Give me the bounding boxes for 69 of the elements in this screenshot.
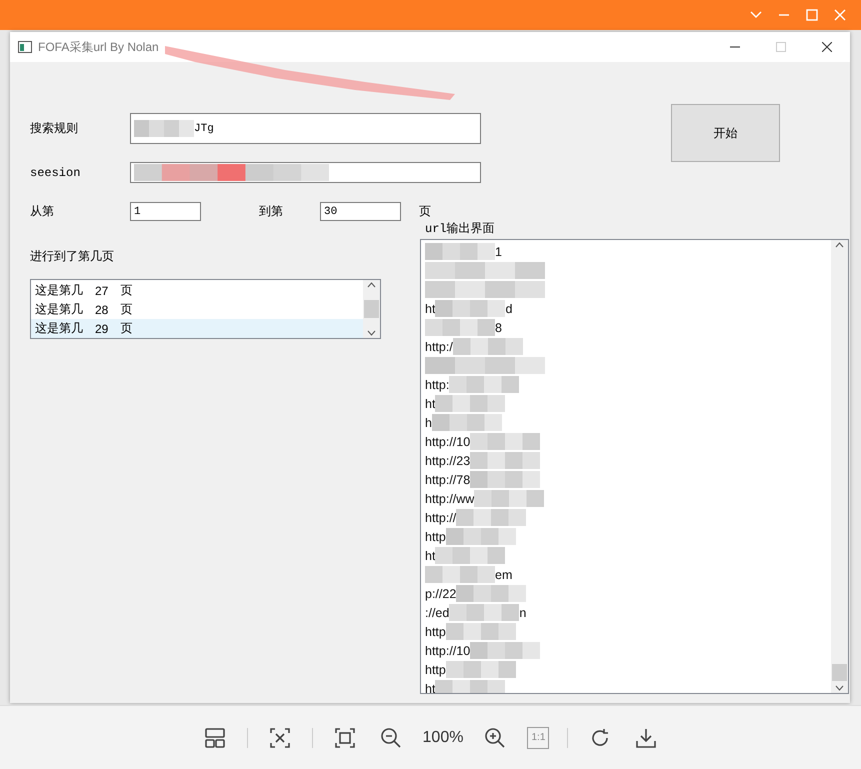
redaction-mosaic <box>435 547 506 564</box>
url-text: http://10 <box>425 644 470 658</box>
field-label: 页 <box>419 203 432 220</box>
url-text: http://ww <box>425 492 474 506</box>
redaction-mosaic <box>435 395 506 412</box>
redaction-mosaic <box>474 490 544 507</box>
start-button[interactable]: 开始 <box>671 104 780 162</box>
url-text: p://22 <box>425 586 456 600</box>
url-text: em <box>495 568 512 582</box>
url-text: ht <box>425 396 436 410</box>
from-page-field[interactable]: 1 <box>130 202 201 221</box>
url-text: ://ed <box>425 606 450 620</box>
app-icon <box>18 41 32 53</box>
url-text: http <box>425 530 446 544</box>
redaction-mosaic <box>425 319 495 336</box>
redaction-mosaic <box>435 680 506 693</box>
url-text: http:/ <box>425 340 453 354</box>
field-label: 搜索规则 <box>30 120 79 137</box>
url-text: h <box>425 416 432 430</box>
scroll-down-icon[interactable] <box>367 330 376 336</box>
redaction-mosaic <box>456 585 526 602</box>
redaction-mosaic <box>425 566 495 583</box>
redaction-mosaic <box>449 604 520 621</box>
redaction-mosaic <box>452 338 523 355</box>
field-label: 到第 <box>259 203 284 220</box>
zoom-level: 100% <box>422 728 464 746</box>
url-text: ht <box>425 682 436 693</box>
redaction-mosaic <box>446 623 516 640</box>
url-output-box[interactable]: 1 ht d 8 http:/ http: ht h http://10 http://23 http://78 http://ww http:// http ht em p://22 ://ed n http http://10 http ht <box>420 239 849 694</box>
redaction-mosaic <box>470 471 540 488</box>
close-icon[interactable] <box>822 42 832 52</box>
redaction-mosaic <box>449 376 520 393</box>
redaction-mosaic <box>470 642 540 659</box>
url-text: http://78 <box>425 472 470 486</box>
redaction-mosaic <box>470 452 540 469</box>
redaction-mosaic <box>446 528 516 545</box>
field-label: 从第 <box>30 203 55 220</box>
url-text: http: <box>425 378 450 392</box>
redaction-mosaic <box>446 661 516 678</box>
scroll-up-icon[interactable] <box>367 282 376 288</box>
url-text: ht <box>425 548 436 562</box>
list-item[interactable]: 这是第几 29 页 <box>31 319 363 338</box>
output-label: url输出界面 <box>425 221 496 237</box>
url-text: n <box>519 606 526 620</box>
redaction-mosaic <box>470 433 540 450</box>
field-label: seesion <box>30 166 82 180</box>
redaction-mosaic <box>425 243 495 260</box>
redaction-mosaic <box>456 509 526 526</box>
url-text: d <box>505 302 512 316</box>
url-text: 1 <box>495 244 502 258</box>
window-title: FOFA采集url By Nolan <box>38 38 159 56</box>
url-text: http <box>425 662 446 676</box>
scroll-thumb[interactable] <box>364 300 379 318</box>
scroll-thumb[interactable] <box>832 664 847 681</box>
url-text: http <box>425 624 446 638</box>
url-text: 8 <box>495 320 502 334</box>
session-field[interactable] <box>130 162 481 183</box>
redaction-mosaic <box>134 120 194 137</box>
redaction-mosaic <box>435 300 506 317</box>
url-text: http:// <box>425 510 456 524</box>
scroll-down-icon[interactable] <box>835 685 844 691</box>
scroll-up-icon[interactable] <box>835 242 844 248</box>
redaction-mosaic <box>432 414 502 431</box>
url-text: ht <box>425 302 436 316</box>
to-page-field[interactable]: 30 <box>320 202 401 221</box>
url-text: http://23 <box>425 454 470 468</box>
search-rule-field[interactable]: JTg <box>130 113 481 144</box>
progress-label: 进行到了第几页 <box>30 248 115 265</box>
url-text: http://10 <box>425 434 470 448</box>
